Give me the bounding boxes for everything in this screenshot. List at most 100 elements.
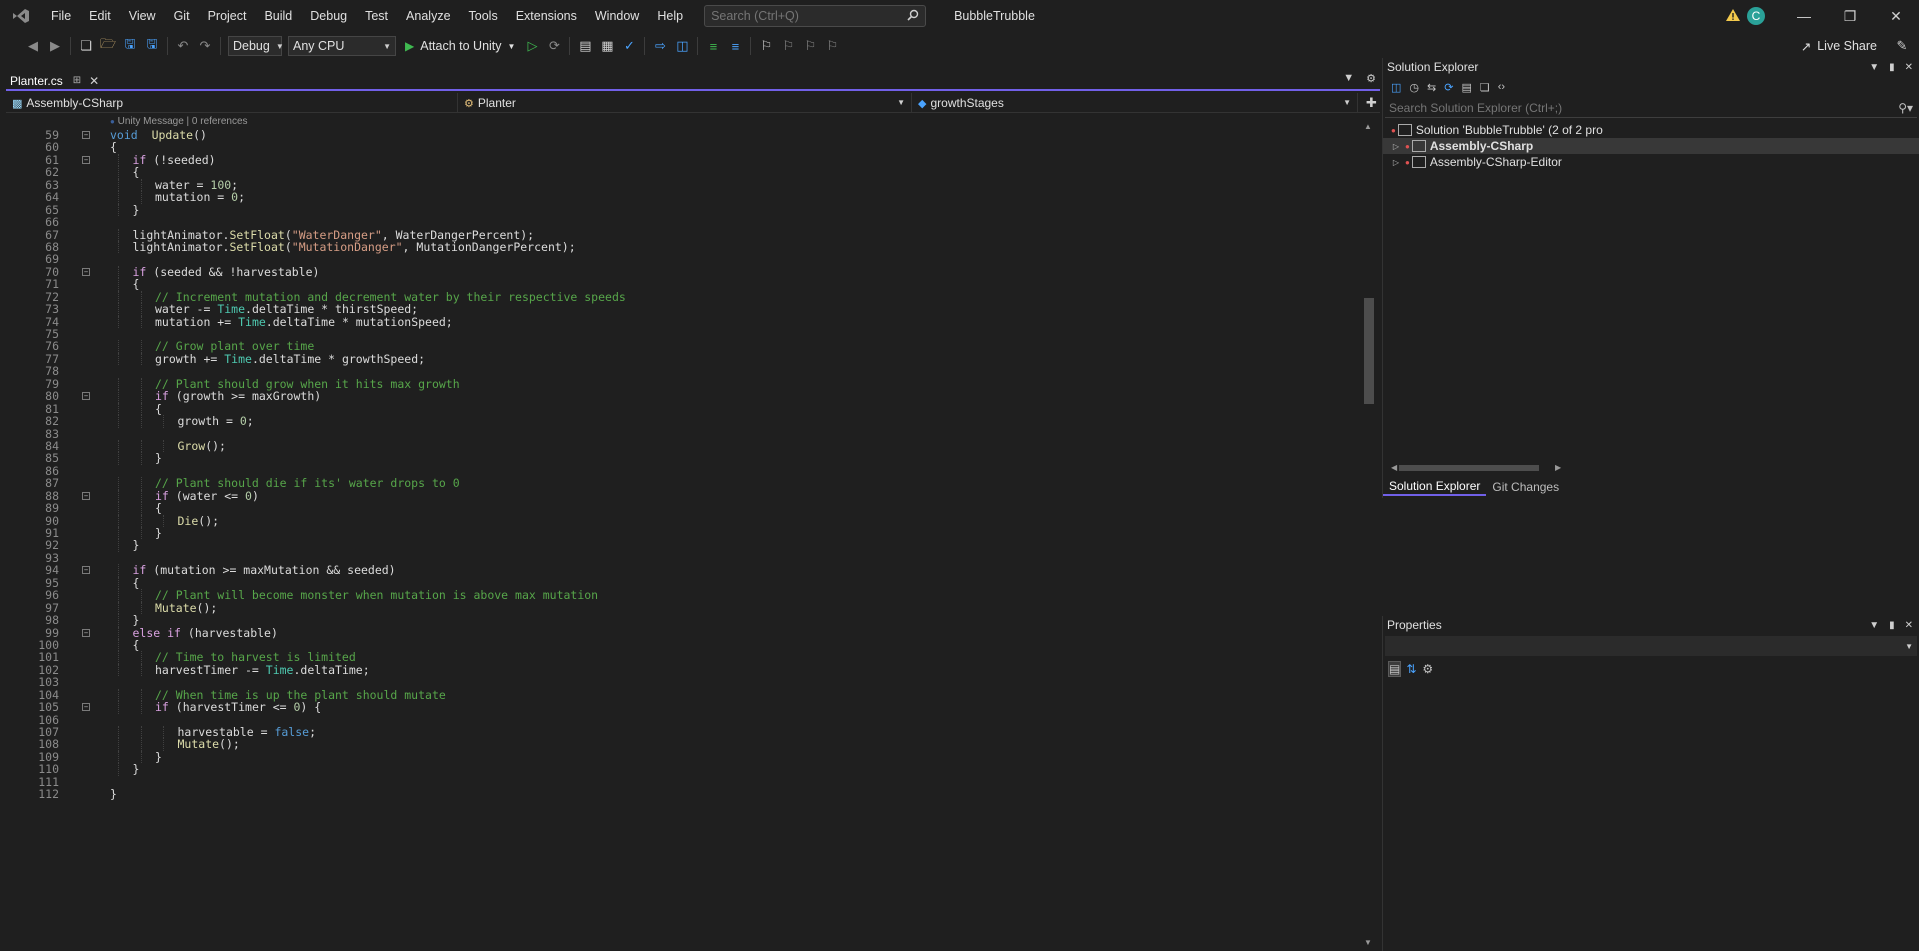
layout-icon[interactable]: ▦ [596,35,618,57]
collapse-all-icon[interactable]: ▤ [1461,81,1471,94]
visual-studio-logo-icon[interactable] [0,0,42,32]
scroll-right-icon[interactable]: ▶ [1555,463,1561,472]
collapse-icon[interactable]: − [82,392,90,401]
browse-icon[interactable]: ▤ [574,35,596,57]
code-line[interactable]: 82 growth = 0; [6,415,1358,428]
code-line[interactable]: 84 Grow(); [6,439,1358,452]
menu-analyze[interactable]: Analyze [397,0,459,32]
hot-reload-icon[interactable]: ⟳ [543,35,565,57]
property-pages-icon[interactable]: ⚙ [1422,662,1433,676]
configuration-select[interactable]: Debug ▼ [228,36,284,56]
code-line[interactable]: 102 harvestTimer -= Time.deltaTime; [6,663,1358,676]
chevron-down-icon[interactable]: ▼ [1869,62,1879,73]
code-line[interactable]: 94 − if (mutation >= maxMutation && seeded… [6,564,1358,577]
pin-icon[interactable]: ⊞ [73,75,81,86]
code-line[interactable]: 99− else if (harvestable) [6,626,1358,639]
scroll-down-icon[interactable]: ▼ [1364,938,1372,947]
code-editor[interactable]: ● Unity Message | 0 references 59− void U… [6,116,1358,951]
open-folder-icon[interactable]: 🗁 [97,35,119,57]
code-line[interactable]: 59− void Update() [6,129,1358,142]
tab-solution-explorer[interactable]: Solution Explorer [1383,478,1487,496]
menu-project[interactable]: Project [199,0,256,32]
navigate-back-icon[interactable]: ◀ [22,35,44,57]
menu-view[interactable]: View [120,0,165,32]
menu-window[interactable]: Window [586,0,648,32]
menu-extensions[interactable]: Extensions [507,0,586,32]
navigate-forward-icon[interactable]: ▶ [44,35,66,57]
code-line[interactable]: 110} [6,763,1358,776]
next-bookmark-icon[interactable]: ⚐ [799,35,821,57]
history-icon[interactable]: ◷ [1409,81,1419,94]
codelens-hint[interactable]: ● Unity Message | 0 references [110,116,248,128]
code-line[interactable]: 109} [6,750,1358,763]
scroll-left-icon[interactable]: ◀ [1391,463,1397,472]
solution-search-input[interactable] [1389,100,1589,115]
code-line[interactable]: 111 [6,775,1358,788]
sync-icon[interactable]: ⇆ [1427,81,1436,94]
close-icon[interactable]: ✕ [1905,620,1913,631]
attach-to-unity-button[interactable]: ▶ Attach to Unity ▼ [399,35,521,57]
code-line[interactable]: 90 Die(); [6,514,1358,527]
collapse-icon[interactable]: − [82,566,90,575]
global-search-box[interactable] [704,5,927,27]
previous-bookmark-icon[interactable]: ⚐ [777,35,799,57]
editor-vertical-scrollbar[interactable]: ▲ ▼ [1360,122,1378,951]
menu-tools[interactable]: Tools [460,0,507,32]
tab-list-dropdown-icon[interactable]: ▼ [1343,72,1354,85]
categorized-icon[interactable]: ▤ [1387,661,1402,677]
alphabetical-icon[interactable]: ⇅ [1406,662,1416,676]
tree-solution-node[interactable]: ● Solution 'BubbleTrubble' (2 of 2 pro [1383,122,1919,138]
feedback-icon[interactable]: ✎ [1891,35,1913,57]
bookmark-icon[interactable]: ⚐ [755,35,777,57]
tree-project-assembly-csharp[interactable]: ▷ ● Assembly-CSharp [1383,138,1919,154]
new-project-icon[interactable]: ❏ [75,35,97,57]
platform-select[interactable]: Any CPU ▼ [288,36,396,56]
code-line[interactable]: 85} [6,452,1358,465]
comment-lines-icon[interactable]: ≡ [702,35,724,57]
tab-git-changes[interactable]: Git Changes [1486,478,1565,496]
menu-edit[interactable]: Edit [80,0,120,32]
menu-debug[interactable]: Debug [301,0,356,32]
collapse-icon[interactable]: − [82,628,90,637]
solution-search-box[interactable]: ⚲▾ [1385,98,1917,118]
live-share-button[interactable]: ↗ Live Share [1801,32,1877,60]
code-line[interactable]: 112} [6,788,1358,801]
spell-check-icon[interactable]: ✓ [618,35,640,57]
code-line[interactable]: 70− if (seeded && !harvestable) [6,265,1358,278]
code-line[interactable]: 88− if (water <= 0) [6,489,1358,502]
collapse-icon[interactable]: − [82,131,90,139]
code-line[interactable]: 97 Mutate(); [6,601,1358,614]
undo-icon[interactable]: ↶ [172,35,194,57]
format-icon[interactable]: ◫ [671,35,693,57]
scrollbar-thumb[interactable] [1364,298,1374,404]
menu-build[interactable]: Build [255,0,301,32]
start-without-debugging-icon[interactable]: ▷ [521,35,543,57]
menu-file[interactable]: File [42,0,80,32]
scroll-up-icon[interactable]: ▲ [1364,122,1372,131]
menu-test[interactable]: Test [356,0,397,32]
code-line[interactable]: 108 Mutate(); [6,738,1358,751]
menu-help[interactable]: Help [648,0,692,32]
pin-icon[interactable]: ▮ [1889,62,1895,73]
expand-icon[interactable]: ▷ [1389,142,1403,151]
project-combo[interactable]: ▩ Assembly-CSharp [6,92,458,113]
member-combo[interactable]: ◆ growthStages ▼ [912,92,1358,113]
redo-icon[interactable]: ↷ [194,35,216,57]
code-line[interactable]: 91} [6,527,1358,540]
code-line[interactable]: 61− if (!seeded) [6,153,1358,166]
uncomment-lines-icon[interactable]: ≡ [724,35,746,57]
clear-bookmarks-icon[interactable]: ⚐ [821,35,843,57]
switch-views-icon[interactable]: ◫ [1391,81,1401,94]
step-icon[interactable]: ⇨ [649,35,671,57]
code-line[interactable]: 80 − if (growth >= maxGrowth) [6,390,1358,403]
code-line[interactable]: 74 mutation += Time.deltaTime * mutationS… [6,315,1358,328]
menu-git[interactable]: Git [165,0,199,32]
scrollbar-thumb[interactable] [1399,465,1539,471]
code-line[interactable]: 68 lightAnimator.SetFloat("MutationDanger… [6,240,1358,253]
collapse-icon[interactable]: − [82,491,90,500]
type-combo[interactable]: ⚙ Planter ▼ [458,92,912,113]
refresh-icon[interactable]: ⟳ [1444,81,1453,94]
show-all-files-icon[interactable]: ❏ [1480,81,1490,94]
warning-icon[interactable] [1725,8,1741,25]
properties-object-combo[interactable]: ▼ [1385,636,1917,656]
